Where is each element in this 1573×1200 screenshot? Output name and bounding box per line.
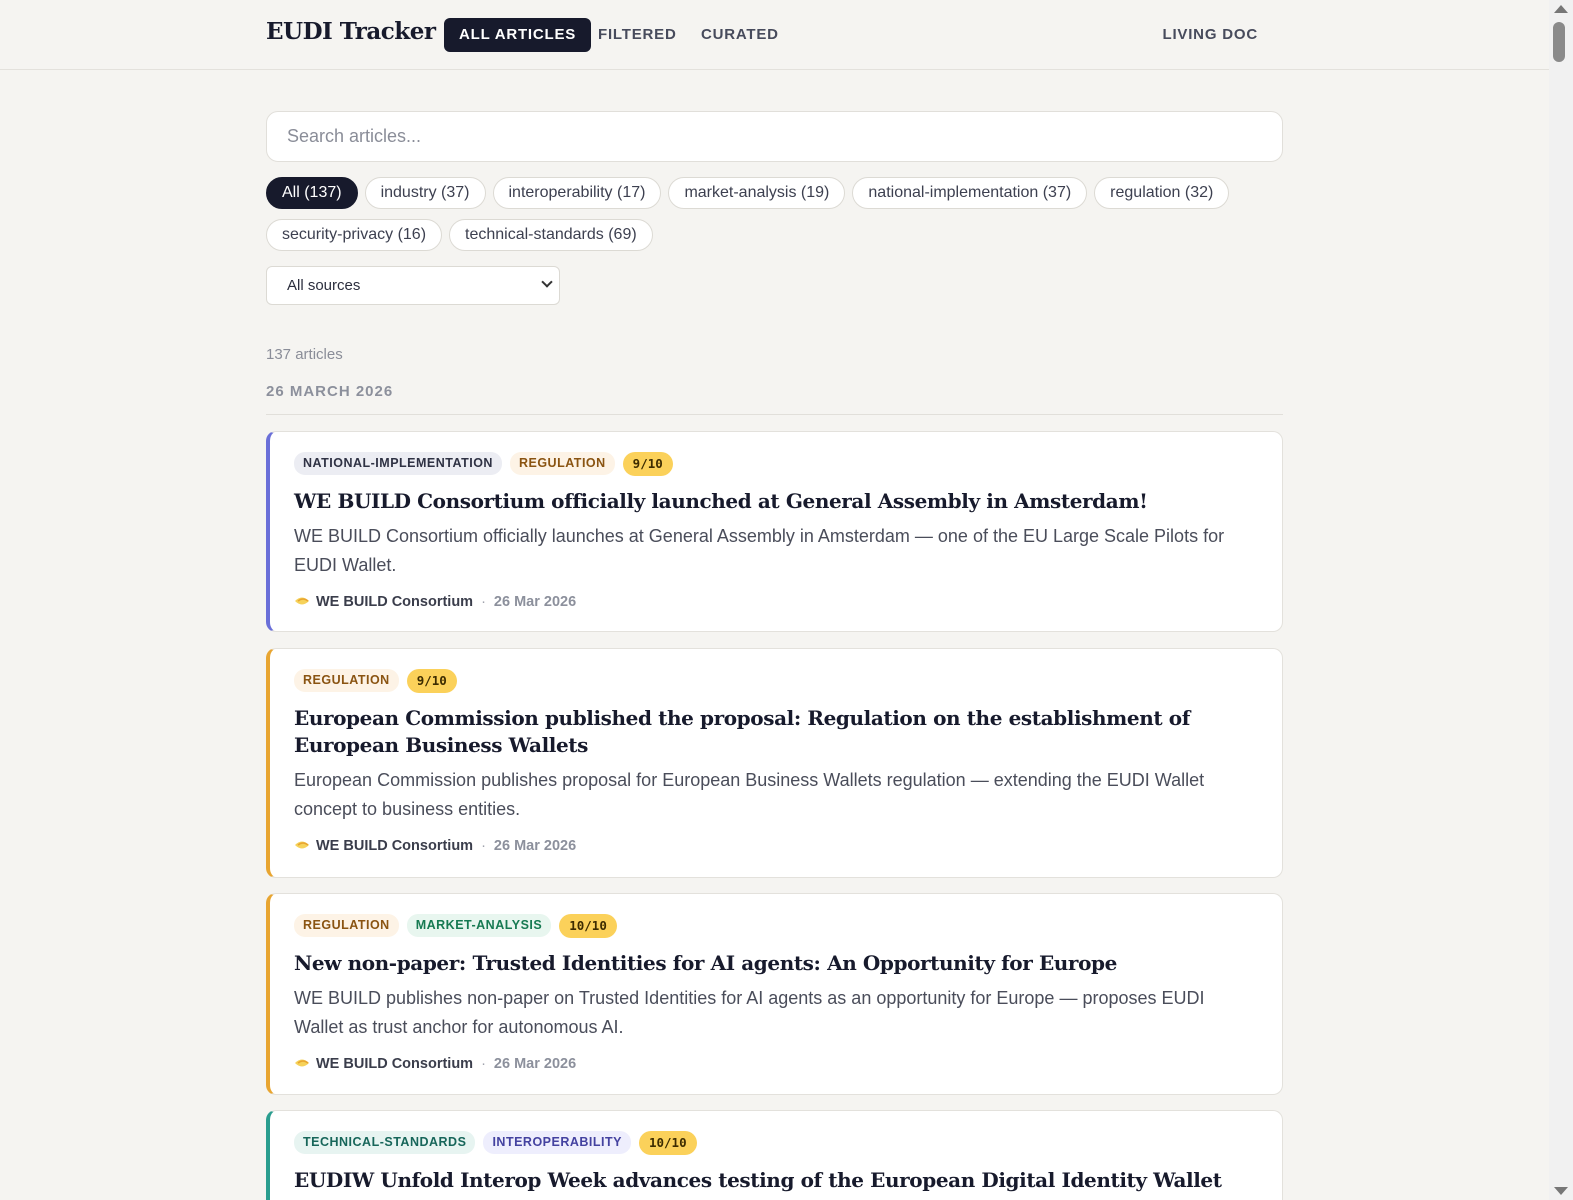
article-tags: REGULATION 9/10	[294, 669, 1258, 693]
source-select-value: All sources	[287, 277, 361, 294]
article-source[interactable]: WE BUILD Consortium	[316, 838, 473, 854]
chevron-down-icon	[541, 276, 553, 288]
article-card[interactable]: NATIONAL-IMPLEMENTATION REGULATION 9/10 WE…	[266, 431, 1283, 632]
article-title[interactable]: WE BUILD Consortium officially launched …	[294, 488, 1258, 515]
tab-all-articles[interactable]: ALL ARTICLES	[444, 18, 592, 52]
article-tags: TECHNICAL-STANDARDS INTEROPERABILITY 10/10	[294, 1131, 1258, 1155]
article-count: 137 articles	[266, 346, 343, 363]
article-source[interactable]: WE BUILD Consortium	[316, 1056, 473, 1072]
search-input[interactable]	[266, 111, 1283, 162]
chip-technical-standards[interactable]: technical-standards (69)	[449, 219, 653, 251]
article-date: 26 Mar 2026	[493, 838, 577, 854]
tab-filtered[interactable]: FILTERED	[583, 18, 692, 52]
date-group-heading: 26 MARCH 2026	[266, 383, 1283, 415]
article-title[interactable]: New non-paper: Trusted Identities for AI…	[294, 950, 1258, 977]
tag-badge: INTEROPERABILITY	[483, 1131, 631, 1154]
article-card[interactable]: TECHNICAL-STANDARDS INTEROPERABILITY 10/10…	[266, 1110, 1283, 1200]
article-meta: WE BUILD Consortium · 26 Mar 2026	[294, 592, 1258, 612]
chip-industry[interactable]: industry (37)	[364, 177, 486, 209]
score-badge: 10/10	[559, 914, 617, 938]
article-date: 26 Mar 2026	[493, 594, 577, 610]
source-favicon-icon	[294, 837, 310, 849]
tag-badge: REGULATION	[509, 452, 615, 475]
brand-logo[interactable]: EUDI Tracker	[266, 18, 436, 45]
chip-security-privacy[interactable]: security-privacy (16)	[266, 219, 443, 251]
article-tags: REGULATION MARKET-ANALYSIS 10/10	[294, 914, 1258, 938]
source-favicon-icon	[294, 593, 310, 605]
article-tags: NATIONAL-IMPLEMENTATION REGULATION 9/10	[294, 452, 1258, 476]
scroll-thumb[interactable]	[1553, 22, 1565, 62]
scroll-down-arrow-icon[interactable]	[1554, 1187, 1568, 1195]
article-date: 26 Mar 2026	[493, 1056, 577, 1072]
article-source[interactable]: WE BUILD Consortium	[316, 594, 473, 610]
tag-badge: TECHNICAL-STANDARDS	[294, 1131, 476, 1154]
tag-badge: REGULATION	[294, 669, 399, 692]
topic-filter-chips: All (137) industry (37) interoperability (…	[266, 177, 1283, 261]
score-badge: 9/10	[622, 452, 673, 476]
source-select[interactable]: All sources	[266, 266, 560, 305]
chip-all[interactable]: All (137)	[266, 177, 358, 209]
page-scrollbar[interactable]	[1549, 0, 1573, 1200]
article-summary: WE BUILD Consortium officially launches …	[294, 526, 1225, 575]
article-card[interactable]: REGULATION 9/10 European Commission publi…	[266, 648, 1283, 878]
top-navigation: EUDI Tracker ALL ARTICLES FILTERED CURAT…	[0, 0, 1549, 70]
chip-regulation[interactable]: regulation (32)	[1094, 177, 1230, 209]
article-meta: WE BUILD Consortium · 26 Mar 2026	[294, 836, 1258, 856]
article-card[interactable]: REGULATION MARKET-ANALYSIS 10/10 New non-p…	[266, 893, 1283, 1095]
source-favicon-icon	[294, 1055, 310, 1067]
article-title[interactable]: European Commission published the propos…	[294, 705, 1258, 759]
chip-market-analysis[interactable]: market-analysis (19)	[668, 177, 846, 209]
score-badge: 9/10	[406, 669, 457, 693]
article-title[interactable]: EUDIW Unfold Interop Week advances testi…	[294, 1167, 1258, 1200]
living-doc-link[interactable]: LIVING DOC	[1162, 18, 1258, 52]
article-summary: WE BUILD publishes non-paper on Trusted …	[294, 988, 1205, 1037]
tag-badge: MARKET-ANALYSIS	[406, 914, 552, 937]
chip-national-implementation[interactable]: national-implementation (37)	[852, 177, 1088, 209]
article-meta: WE BUILD Consortium · 26 Mar 2026	[294, 1054, 1258, 1074]
tag-badge: REGULATION	[294, 914, 399, 937]
scroll-up-arrow-icon[interactable]	[1554, 5, 1568, 13]
score-badge: 10/10	[638, 1131, 697, 1155]
tab-curated[interactable]: CURATED	[686, 18, 794, 52]
chip-interoperability[interactable]: interoperability (17)	[492, 177, 662, 209]
article-summary: European Commission publishes proposal f…	[294, 770, 1205, 819]
tag-badge: NATIONAL-IMPLEMENTATION	[294, 452, 502, 475]
